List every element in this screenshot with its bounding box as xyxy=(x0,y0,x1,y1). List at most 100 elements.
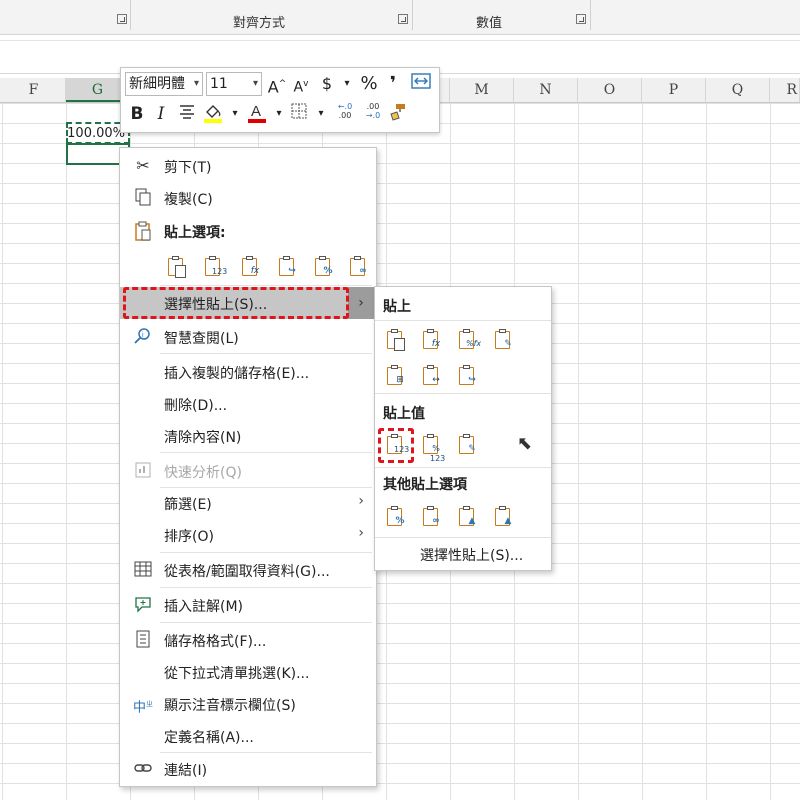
increase-font-size-button[interactable]: A^ xyxy=(265,72,289,96)
font-size-value: 11 xyxy=(210,76,228,92)
menu-item-get-data[interactable]: 從表格/範圍取得資料(G)... xyxy=(120,554,374,586)
highlight-box xyxy=(123,287,349,319)
center-align-icon xyxy=(180,105,194,119)
menu-item-smart-lookup[interactable]: i 智慧查閱(L) xyxy=(120,321,374,353)
decrease-decimal-button[interactable]: .00 →.0 xyxy=(359,102,387,126)
mouse-cursor-icon: ⬉ xyxy=(517,433,533,454)
menu-item-phonetic-field[interactable]: 中ㄓ 顯示注音標示欄位(S) xyxy=(120,688,374,720)
borders-button[interactable] xyxy=(287,102,311,126)
chevron-down-icon: ▾ xyxy=(193,78,199,89)
menu-item-link[interactable]: 連結(I) xyxy=(120,753,374,785)
bold-button[interactable]: B xyxy=(125,102,149,126)
paste-picture-icon[interactable]: ▲ xyxy=(457,505,479,529)
menu-item-insert-copied-cells[interactable]: 插入複製的儲存格(E)... xyxy=(120,356,374,388)
italic-button[interactable]: I xyxy=(149,102,173,126)
font-color-icon: A xyxy=(248,103,266,123)
chevron-right-icon: › xyxy=(348,287,374,319)
center-align-button[interactable] xyxy=(175,102,199,126)
menu-item-filter[interactable]: 篩選(E) › xyxy=(120,487,374,519)
menu-item-label: 刪除(D)... xyxy=(164,398,228,414)
menu-item-label: 連結(I) xyxy=(164,763,208,779)
paste-transpose-icon[interactable]: ↪ xyxy=(457,364,479,388)
paste-formulas-number-format-icon[interactable]: %fx xyxy=(457,328,481,352)
other-paste-options-heading: 其他貼上選項 xyxy=(383,477,467,493)
column-header-o[interactable]: O xyxy=(578,78,642,102)
no-borders-icon[interactable]: ⊞ xyxy=(385,364,407,388)
menu-separator xyxy=(160,353,372,354)
menu-item-label: 排序(O) xyxy=(164,529,214,545)
column-header-f[interactable]: F xyxy=(2,78,66,102)
ribbon-separator xyxy=(412,0,413,30)
dialog-launcher-icon[interactable] xyxy=(117,14,127,24)
menu-item-clear-contents[interactable]: 清除內容(N) xyxy=(120,420,374,452)
paste-formatting-icon[interactable]: % xyxy=(313,255,335,279)
submenu-item-paste-special[interactable]: 選擇性貼上(S)... xyxy=(375,539,551,569)
wrap-text-button[interactable] xyxy=(409,72,433,96)
keep-column-widths-icon[interactable]: ↔ xyxy=(421,364,443,388)
paste-formulas-icon[interactable]: fx xyxy=(240,255,262,279)
menu-item-pick-from-list[interactable]: 從下拉式清單挑選(K)... xyxy=(120,656,374,688)
chevron-down-icon[interactable]: ▾ xyxy=(223,102,247,126)
paste-values-icon[interactable]: 123 xyxy=(203,255,227,279)
format-painter-button[interactable] xyxy=(385,102,409,126)
dialog-launcher-icon[interactable] xyxy=(398,14,408,24)
dialog-launcher-icon[interactable] xyxy=(576,14,586,24)
paste-transpose-icon[interactable]: ↪ xyxy=(277,255,299,279)
menu-item-label: 儲存格格式(F)... xyxy=(164,634,267,650)
chevron-down-icon[interactable]: ▾ xyxy=(335,72,359,96)
format-painter-icon xyxy=(390,104,405,121)
font-color-button[interactable]: A xyxy=(245,102,269,126)
menu-item-sort[interactable]: 排序(O) › xyxy=(120,519,374,551)
paste-icon[interactable] xyxy=(166,255,188,279)
column-header-n[interactable]: N xyxy=(514,78,578,102)
ribbon-separator xyxy=(130,0,131,30)
column-header-q[interactable]: Q xyxy=(706,78,770,102)
linked-picture-icon[interactable]: ▲ xyxy=(493,505,515,529)
menu-separator xyxy=(160,552,372,553)
svg-text:A: A xyxy=(251,103,261,120)
comma-style-button[interactable]: ❜ xyxy=(381,72,405,96)
values-number-format-icon[interactable]: % 123 xyxy=(421,433,445,463)
menu-item-cut[interactable]: ✂ 剪下(T) xyxy=(120,150,374,182)
font-size-combo[interactable]: 11 ▾ xyxy=(206,72,262,96)
column-header-p[interactable]: P xyxy=(642,78,706,102)
menu-item-label: 清除內容(N) xyxy=(164,430,242,446)
paste-link-icon[interactable]: ∞ xyxy=(421,505,443,529)
menu-item-format-cells[interactable]: 儲存格格式(F)... xyxy=(120,624,374,656)
paste-heading: 貼上 xyxy=(383,299,411,315)
fill-color-button[interactable] xyxy=(201,102,225,126)
paste-icon[interactable] xyxy=(385,328,407,352)
column-header-r[interactable]: R xyxy=(770,78,800,102)
menu-item-define-name[interactable]: 定義名稱(A)... xyxy=(120,720,374,752)
italic-icon: I xyxy=(157,104,165,124)
values-source-formatting-icon[interactable]: ✎ xyxy=(457,433,479,457)
menu-item-label: 插入複製的儲存格(E)... xyxy=(164,366,310,382)
keep-source-formatting-icon[interactable]: ✎ xyxy=(493,328,515,352)
percent-style-button[interactable]: % xyxy=(357,72,381,96)
decrease-font-size-button[interactable]: Av xyxy=(289,72,313,96)
currency-icon: $ xyxy=(321,74,333,93)
menu-item-copy[interactable]: 複製(C) xyxy=(120,182,374,214)
font-name-combo[interactable]: 新細明體 ▾ xyxy=(125,72,203,96)
paste-values-heading: 貼上值 xyxy=(383,406,425,422)
menu-item-quick-analysis: 快速分析(Q) xyxy=(120,455,374,487)
paste-formulas-icon[interactable]: fx xyxy=(421,328,443,352)
wrap-text-icon xyxy=(411,73,431,89)
menu-item-label: 篩選(E) xyxy=(164,497,212,513)
menu-item-label: 定義名稱(A)... xyxy=(164,730,254,746)
chevron-down-icon[interactable]: ▾ xyxy=(309,102,333,126)
menu-separator xyxy=(160,622,372,623)
paste-formatting-icon[interactable]: % xyxy=(385,505,407,529)
increase-decimal-button[interactable]: ←.0.00 xyxy=(331,102,359,126)
submenu-separator xyxy=(375,537,551,538)
paste-link-icon[interactable]: ∞ xyxy=(348,255,370,279)
menu-item-delete[interactable]: 刪除(D)... xyxy=(120,388,374,420)
table-icon xyxy=(132,560,154,580)
menu-item-label: 複製(C) xyxy=(164,192,213,208)
menu-separator xyxy=(160,285,372,286)
fill-color-icon xyxy=(204,105,222,123)
highlight-box xyxy=(378,428,414,463)
column-header-m[interactable]: M xyxy=(450,78,514,102)
menu-item-insert-comment[interactable]: 插入註解(M) xyxy=(120,589,374,621)
link-icon xyxy=(132,759,154,779)
